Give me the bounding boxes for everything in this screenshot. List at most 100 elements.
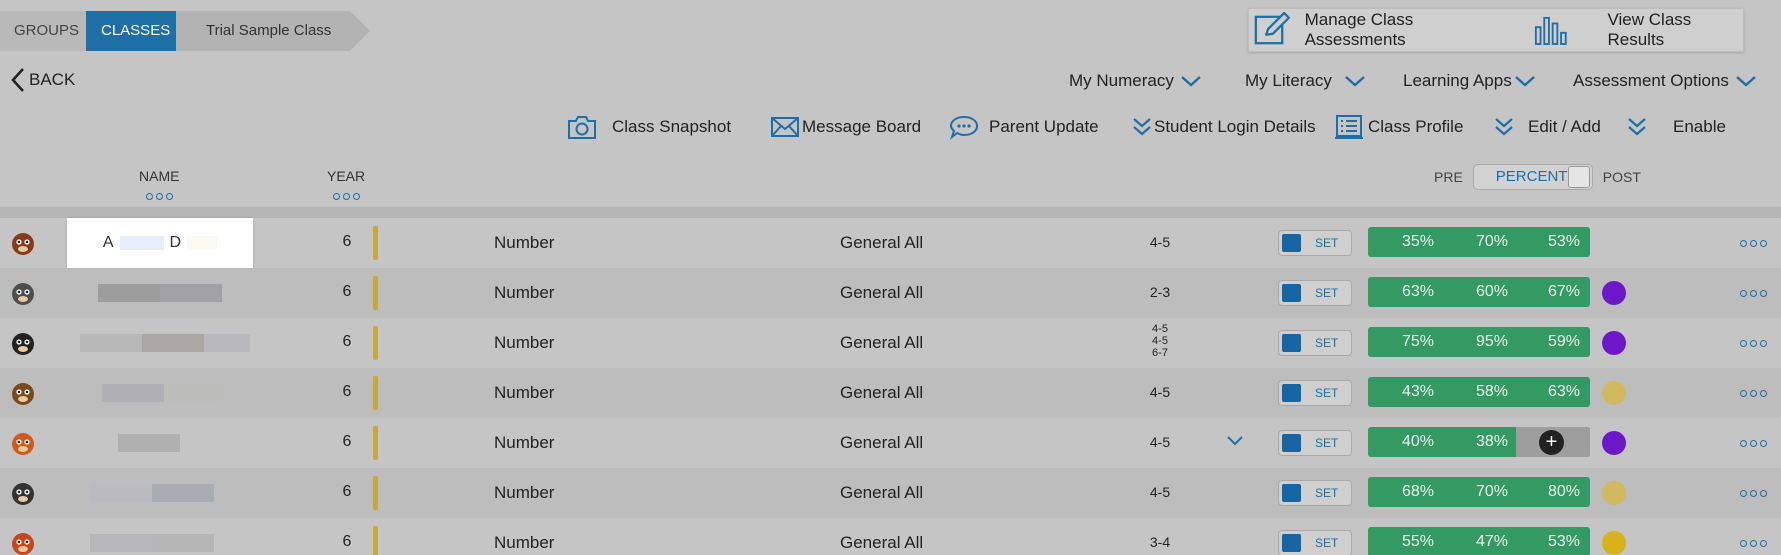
row-more-options-icon[interactable] <box>1740 440 1767 447</box>
set-toggle[interactable]: SET <box>1278 480 1352 506</box>
set-toggle[interactable]: SET <box>1278 380 1352 406</box>
breadcrumb-classes[interactable]: CLASSES <box>86 11 196 51</box>
student-login-details-button[interactable]: Student Login Details <box>1132 112 1316 142</box>
penguin-avatar <box>12 333 34 355</box>
score-value: 53% <box>1548 533 1581 550</box>
score-bar[interactable]: 55% 47% 53% <box>1368 527 1590 555</box>
view-class-results-button[interactable]: View Class Results <box>1534 10 1743 50</box>
set-toggle[interactable]: SET <box>1278 230 1352 256</box>
student-name-redacted[interactable] <box>80 278 260 308</box>
table-row[interactable]: 6 Number General All 3-4 SET 55% 47% 53% <box>0 518 1781 555</box>
set-toggle[interactable]: SET <box>1278 280 1352 306</box>
name-redaction <box>119 236 164 250</box>
table-row[interactable]: 6 Number General All 2-3 SET 63% 60% 67% <box>0 268 1781 318</box>
score-value: 75% <box>1402 333 1435 350</box>
table-row[interactable]: 6 Number General All 4-5 SET 43% 58% 63% <box>0 368 1781 418</box>
list-card-icon <box>1335 115 1363 139</box>
status-dot <box>1602 381 1626 405</box>
chevron-down-icon[interactable] <box>1226 435 1244 447</box>
level-line: 4-5 <box>1152 335 1168 347</box>
set-toggle[interactable]: SET <box>1278 430 1352 456</box>
chevron-left-icon <box>11 68 24 92</box>
score-bar[interactable]: 63% 60% 67% <box>1368 277 1590 307</box>
year-indicator-bar <box>373 376 378 410</box>
student-level: 2-3 <box>1149 284 1171 300</box>
class-profile-label: Class Profile <box>1368 117 1464 136</box>
add-score-button[interactable]: + <box>1539 430 1564 455</box>
edit-icon <box>1254 11 1290 45</box>
score-value: 68% <box>1402 483 1435 500</box>
chevron-down-icon <box>1181 76 1201 87</box>
speech-bubble-icon <box>949 115 979 140</box>
menu-learning-apps-label: Learning Apps <box>1403 71 1512 90</box>
status-dot <box>1602 531 1626 555</box>
menu-my-numeracy[interactable]: My Numeracy <box>1069 71 1202 91</box>
class-profile-button[interactable]: Class Profile <box>1334 112 1463 142</box>
student-name-redacted[interactable] <box>80 428 260 458</box>
table-row[interactable]: 6 Number General All 4-5 4-5 6-7 SET 75% 95% 59% <box>0 318 1781 368</box>
edit-add-button[interactable]: Edit / Add <box>1494 112 1601 142</box>
student-name-redacted[interactable] <box>80 528 260 555</box>
year-indicator-bar <box>373 426 378 460</box>
set-toggle[interactable]: SET <box>1278 330 1352 356</box>
set-label: SET <box>1315 486 1339 500</box>
student-assessment: General All <box>840 233 924 252</box>
row-more-options-icon[interactable] <box>1740 490 1767 497</box>
table-row[interactable]: A D 6 Number General All 4-5 SET 35% 70% 53% <box>0 218 1781 268</box>
set-label: SET <box>1315 336 1339 350</box>
score-value: 55% <box>1402 533 1435 550</box>
year-indicator-bar <box>373 276 378 310</box>
row-more-options-icon[interactable] <box>1740 540 1767 547</box>
percent-label: PERCENT <box>1495 168 1568 185</box>
table-row[interactable]: 6 Number General All 4-5 SET 40% 38% + <box>0 418 1781 468</box>
name-sort-options-icon[interactable] <box>146 193 173 200</box>
menu-assessment-options[interactable]: Assessment Options <box>1573 71 1757 91</box>
row-more-options-icon[interactable] <box>1740 290 1767 297</box>
status-dot <box>1602 281 1626 305</box>
score-bar[interactable]: 40% 38% + <box>1368 427 1590 457</box>
student-assessment: General All <box>840 533 924 552</box>
student-year: 6 <box>342 233 352 250</box>
manage-class-assessments-button[interactable]: Manage Class Assessments <box>1253 10 1506 50</box>
set-label: SET <box>1315 386 1339 400</box>
message-board-button[interactable]: Message Board <box>770 112 921 142</box>
year-indicator-bar <box>373 526 378 555</box>
row-more-options-icon[interactable] <box>1740 390 1767 397</box>
breadcrumb-current-class: Trial Sample Class <box>176 11 370 51</box>
post-label: POST <box>1602 169 1641 185</box>
student-name-redacted[interactable] <box>80 378 260 408</box>
year-sort-options-icon[interactable] <box>333 193 360 200</box>
menu-my-literacy[interactable]: My Literacy <box>1245 71 1366 91</box>
toggle-knob[interactable] <box>1567 166 1590 188</box>
table-row[interactable]: 6 Number General All 4-5 SET 68% 70% 80% <box>0 468 1781 518</box>
score-bar[interactable]: 43% 58% 63% <box>1368 377 1590 407</box>
student-name[interactable]: A D <box>67 218 253 268</box>
row-more-options-icon[interactable] <box>1740 240 1767 247</box>
view-class-results-label: View Class Results <box>1607 10 1692 49</box>
class-snapshot-button[interactable]: Class Snapshot <box>566 112 731 142</box>
score-value: 35% <box>1402 233 1435 250</box>
menu-learning-apps[interactable]: Learning Apps <box>1403 71 1536 91</box>
column-header-year: YEAR <box>327 168 366 184</box>
score-bar[interactable]: 75% 95% 59% <box>1368 327 1590 357</box>
score-bar[interactable]: 35% 70% 53% <box>1368 227 1590 257</box>
score-value: 70% <box>1476 483 1509 500</box>
breadcrumb-groups[interactable]: GROUPS <box>0 11 86 51</box>
student-level: 4-5 <box>1149 384 1171 400</box>
student-level: 4-5 <box>1149 234 1171 250</box>
enable-button[interactable]: Enable <box>1627 112 1726 142</box>
wolf-avatar <box>12 283 34 305</box>
student-login-details-label: Student Login Details <box>1154 117 1316 136</box>
back-button[interactable]: BACK <box>10 67 75 93</box>
percent-toggle[interactable]: PERCENT <box>1472 164 1593 190</box>
monkey-avatar <box>12 233 34 255</box>
row-more-options-icon[interactable] <box>1740 340 1767 347</box>
score-bar[interactable]: 68% 70% 80% <box>1368 477 1590 507</box>
student-name-redacted[interactable] <box>80 328 260 358</box>
set-toggle[interactable]: SET <box>1278 530 1352 555</box>
parent-update-button[interactable]: Parent Update <box>949 112 1099 142</box>
double-chevron-down-icon <box>1133 118 1151 136</box>
student-year: 6 <box>342 533 352 550</box>
status-dot <box>1602 331 1626 355</box>
student-name-redacted[interactable] <box>80 478 260 508</box>
